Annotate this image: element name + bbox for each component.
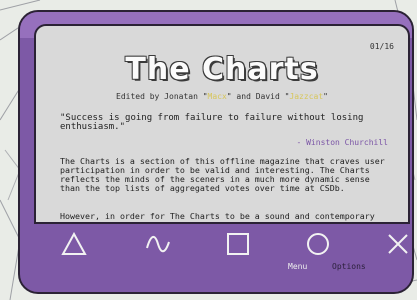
magazine-screen[interactable]: 01/16 The Charts Edited by Jonatan "Macx… xyxy=(34,24,410,224)
options-label[interactable]: Options xyxy=(332,262,366,271)
editor-name-jazzcat: Jazzcat xyxy=(289,92,324,101)
triangle-icon xyxy=(61,232,87,255)
circle-button[interactable] xyxy=(302,228,334,260)
square-button[interactable] xyxy=(222,228,254,260)
circle-icon xyxy=(307,233,329,255)
quote-author: - Winston Churchill xyxy=(296,138,388,147)
device-frame: 01/16 The Charts Edited by Jonatan "Macx… xyxy=(18,10,414,294)
editor-name-macx: Macx xyxy=(207,92,227,101)
body-paragraph-1: The Charts is a section of this offline … xyxy=(60,156,385,193)
page-title: The Charts xyxy=(125,52,319,87)
triangle-button[interactable] xyxy=(58,228,90,260)
byline-suffix: " xyxy=(323,92,328,101)
wave-button[interactable] xyxy=(142,228,174,260)
page-counter: 01/16 xyxy=(369,42,394,51)
close-button[interactable] xyxy=(382,228,412,260)
quote-text: "Success is going from failure to failur… xyxy=(60,113,364,132)
byline-prefix: Edited by Jonatan " xyxy=(116,92,208,101)
square-icon xyxy=(227,233,249,255)
byline-mid: " and David " xyxy=(226,92,290,101)
wave-icon xyxy=(146,236,170,253)
menu-label[interactable]: Menu xyxy=(288,262,307,271)
close-icon xyxy=(388,234,408,254)
byline: Edited by Jonatan "Macx" and David "Jazz… xyxy=(36,92,408,101)
control-bar: Menu Options xyxy=(34,220,410,276)
